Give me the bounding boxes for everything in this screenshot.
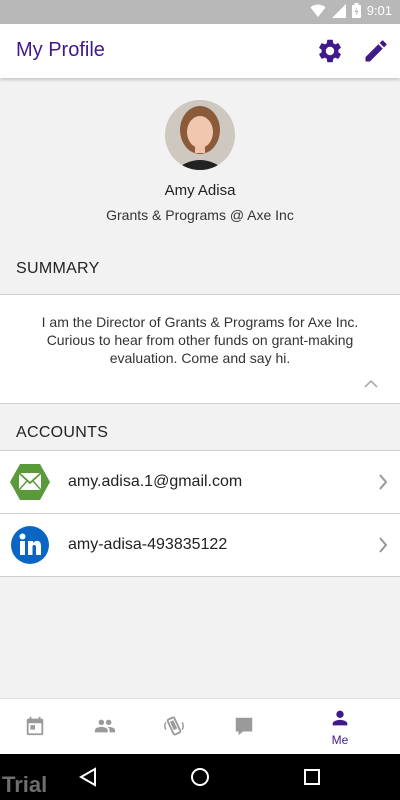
profile-role: Grants & Programs @ Axe Inc (106, 207, 294, 223)
account-email-label: amy.adisa.1@gmail.com (68, 473, 243, 490)
profile-name: Amy Adisa (164, 182, 236, 199)
profile-content: Amy Adisa Grants & Programs @ Axe Inc SU… (0, 78, 400, 698)
trial-watermark: Trial (2, 772, 48, 797)
nav-calendar[interactable] (1, 699, 69, 755)
page-title: My Profile (16, 39, 105, 61)
linkedin-icon (11, 526, 49, 564)
status-bar: 9:01 (0, 0, 400, 24)
recents-icon[interactable] (301, 766, 323, 788)
summary-header: SUMMARY (16, 260, 100, 277)
status-icons: 9:01 (310, 3, 392, 18)
nav-chat[interactable] (210, 699, 278, 755)
edit-pencil-icon[interactable] (362, 37, 390, 65)
account-row-linkedin[interactable]: amy-adisa-493835122 (0, 514, 400, 576)
back-icon[interactable] (77, 766, 99, 788)
home-icon[interactable] (189, 766, 211, 788)
gear-icon[interactable] (316, 37, 344, 65)
battery-icon (351, 3, 361, 18)
chevron-up-icon[interactable] (364, 379, 378, 389)
signal-icon (331, 3, 346, 18)
app-bar: My Profile (0, 24, 400, 78)
summary-box: I am the Director of Grants & Programs f… (0, 295, 400, 403)
nav-me[interactable]: Me (306, 699, 374, 755)
nav-people[interactable] (71, 699, 139, 755)
calendar-icon (26, 716, 44, 736)
chat-icon (235, 717, 253, 736)
profile-photo (165, 100, 235, 170)
wifi-icon (310, 4, 326, 17)
summary-text: I am the Director of Grants & Programs f… (41, 314, 359, 366)
nav-shake[interactable] (140, 699, 208, 755)
shake-icon (164, 716, 184, 736)
nav-me-label: Me (331, 733, 349, 747)
status-time: 9:01 (366, 3, 392, 18)
divider (0, 576, 400, 577)
accounts-header: ACCOUNTS (16, 424, 109, 441)
people-icon (94, 719, 116, 733)
chevron-right-icon (379, 537, 388, 553)
email-icon (10, 464, 50, 500)
chevron-right-icon (379, 474, 388, 490)
bottom-nav: Me (0, 698, 400, 754)
person-icon (332, 710, 348, 726)
avatar (165, 100, 235, 170)
account-row-email[interactable]: amy.adisa.1@gmail.com (0, 451, 400, 513)
divider (0, 403, 400, 404)
system-nav-bar: Trial (0, 754, 400, 800)
account-linkedin-label: amy-adisa-493835122 (68, 536, 228, 553)
